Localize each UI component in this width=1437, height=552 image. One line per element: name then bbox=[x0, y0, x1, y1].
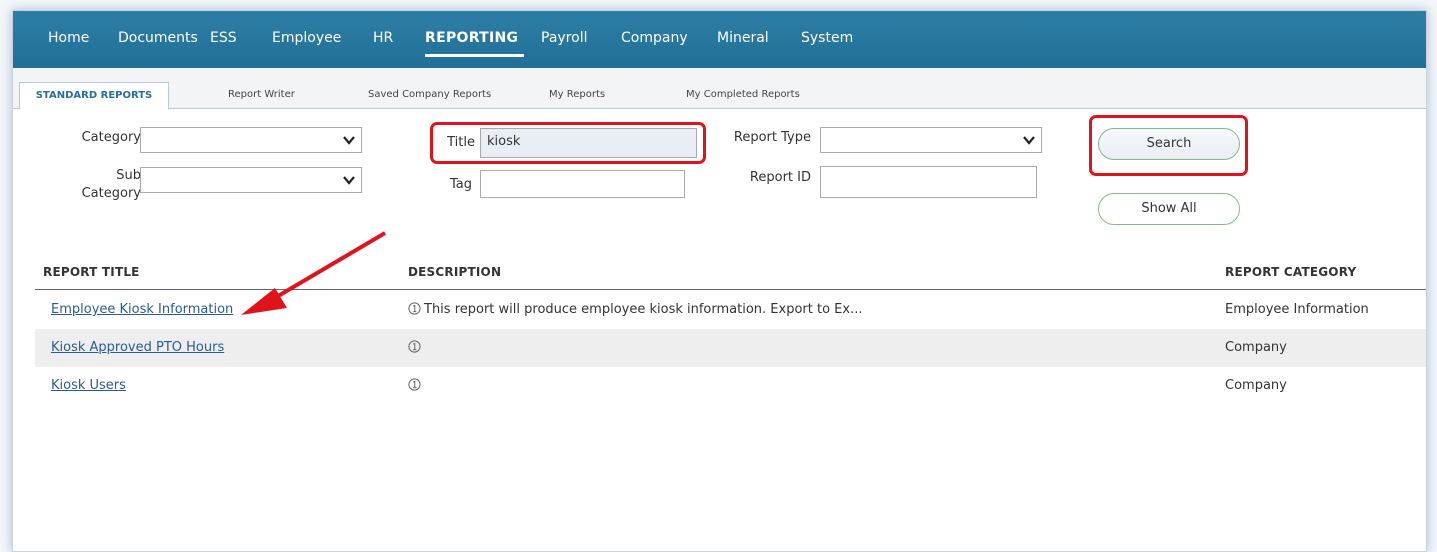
annotation-arrow-icon bbox=[241, 231, 387, 315]
app-window: Home Documents ESS Employee HR REPORTING… bbox=[12, 10, 1427, 552]
